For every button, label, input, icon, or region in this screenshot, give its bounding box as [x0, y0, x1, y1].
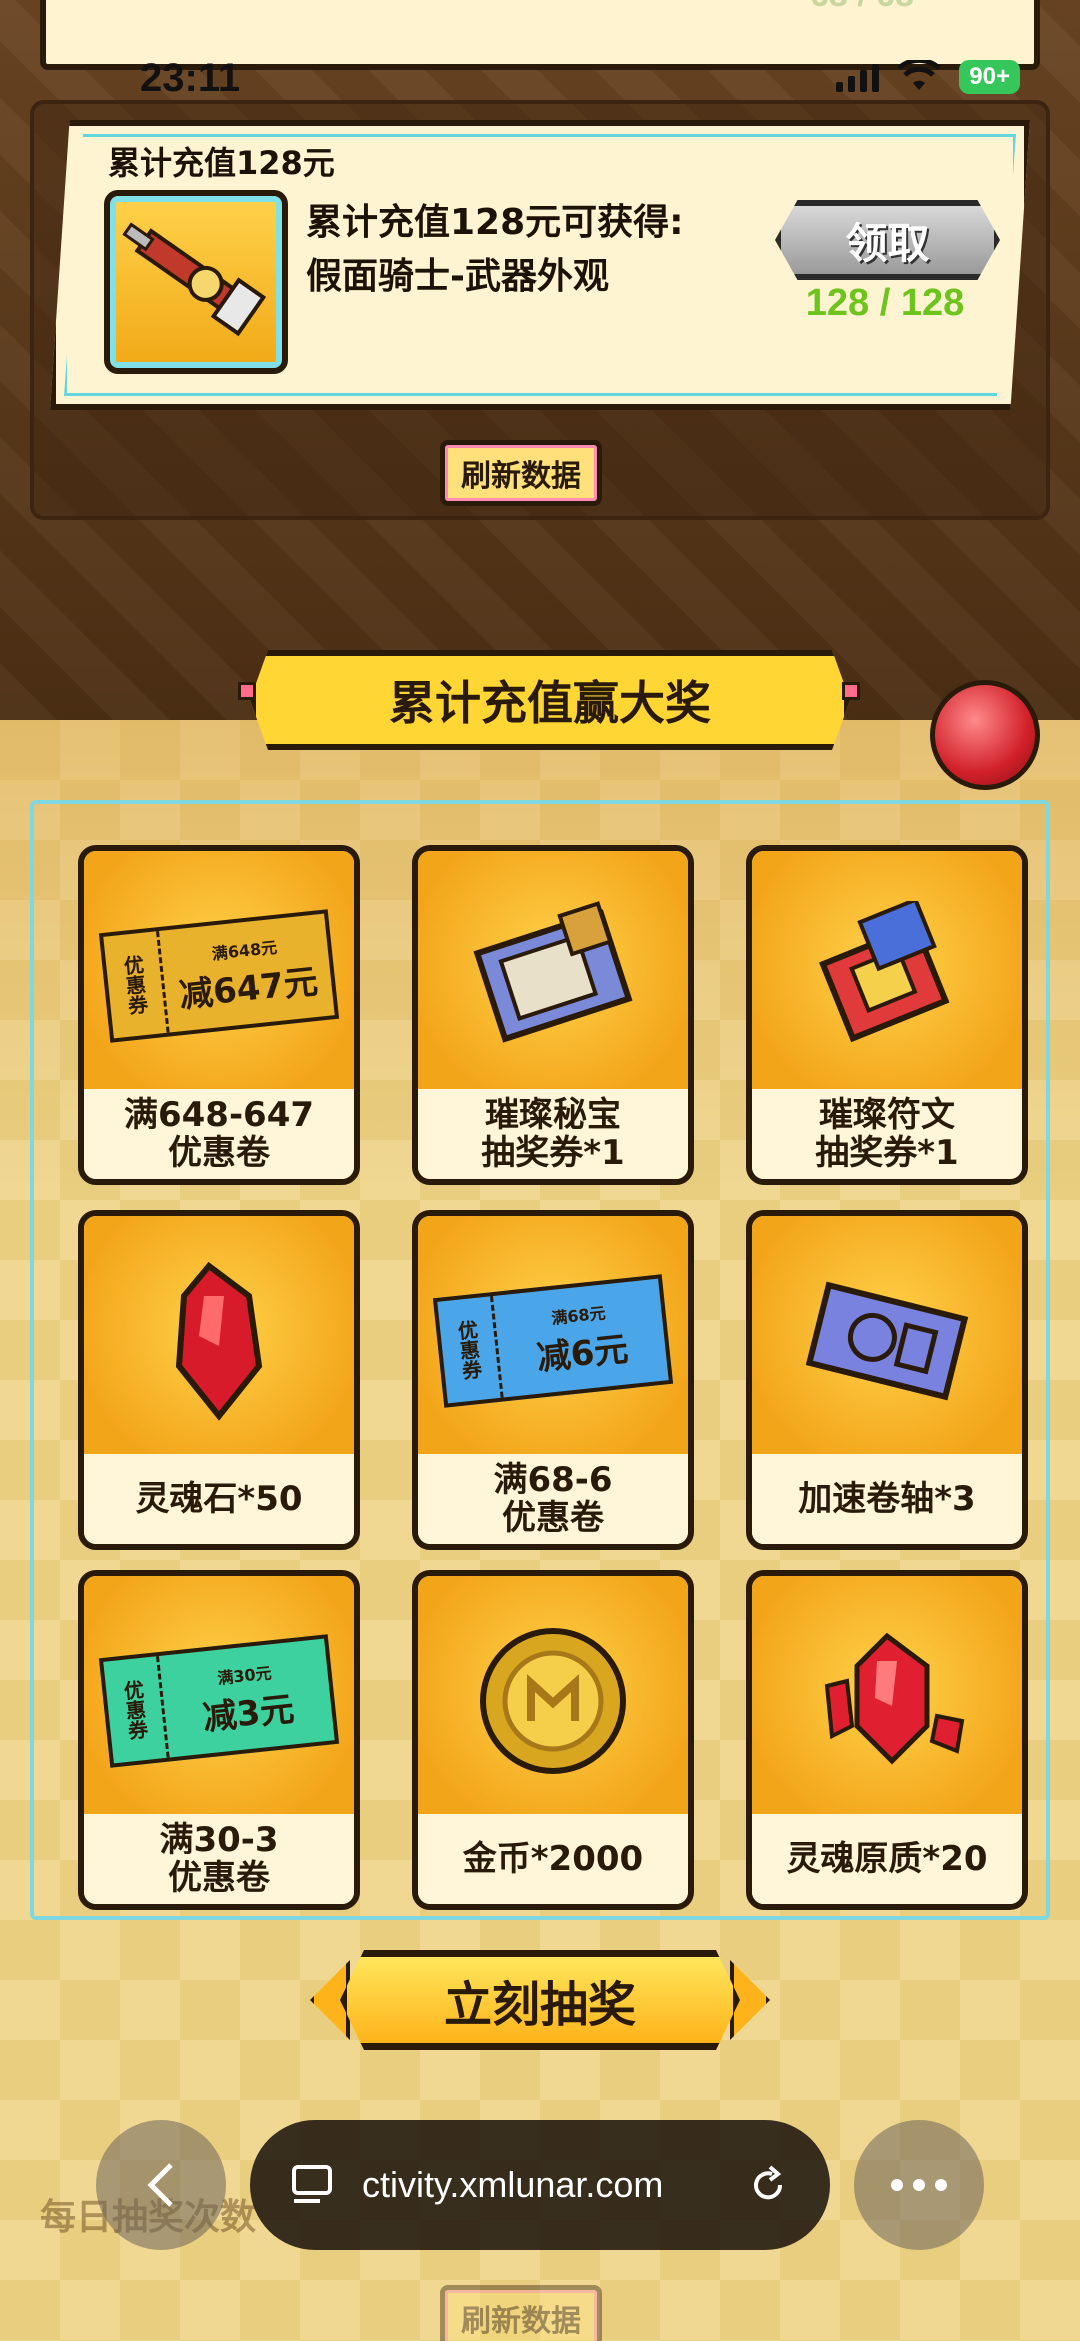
- more-dots-icon: [891, 2179, 947, 2191]
- soul-stone-icon: [84, 1216, 354, 1466]
- coupon-blue-icon: 优惠券 满68元 减6元: [418, 1216, 688, 1466]
- refresh-data-button[interactable]: 刷新数据: [440, 440, 602, 506]
- prize-label: 灵魂石*50: [84, 1454, 354, 1544]
- reload-icon[interactable]: [746, 2163, 790, 2207]
- speed-scroll-icon: [752, 1216, 1022, 1466]
- prize-item: 优惠券 满30元 减3元 满30-3 优惠卷: [78, 1570, 360, 1910]
- back-button[interactable]: [96, 2120, 226, 2250]
- prize-item: 优惠券 满648元 减647元 满648-647 优惠卷: [78, 845, 360, 1185]
- prize-label: 满30-3 优惠卷: [84, 1814, 354, 1904]
- prize-label: 璀璨符文 抽奖券*1: [752, 1089, 1022, 1179]
- claim-progress: 128 / 128: [805, 282, 965, 324]
- status-icons: 90+: [836, 60, 1020, 94]
- banner-decoration: [842, 682, 860, 700]
- prize-item: 灵魂石*50: [78, 1210, 360, 1550]
- treasure-ticket-icon: [418, 851, 688, 1101]
- refresh-data-button[interactable]: 刷新数据: [440, 2285, 602, 2341]
- signal-icon: [836, 62, 880, 92]
- coupon-green-icon: 优惠券 满30元 减3元: [84, 1576, 354, 1826]
- reward-description-line1: 累计充值128元可获得:: [306, 202, 684, 243]
- weapon-skin-icon: [104, 190, 288, 374]
- previous-progress: 68 / 68: [810, 0, 914, 15]
- rune-ticket-icon: [752, 851, 1022, 1101]
- reward-description-line2: 假面骑士-武器外观: [306, 256, 609, 297]
- prize-item: 加速卷轴*3: [746, 1210, 1028, 1550]
- red-pin-icon: [930, 680, 1040, 790]
- coupon-ticket: 优惠券 满648元 减647元: [98, 909, 340, 1043]
- prize-item: 璀璨符文 抽奖券*1: [746, 845, 1028, 1185]
- coupon-gold-icon: 优惠券 满648元 减647元: [84, 851, 354, 1101]
- coupon-ticket: 优惠券 满30元 减3元: [98, 1634, 340, 1768]
- status-time: 23:11: [140, 56, 241, 100]
- chevron-left-icon: [147, 2163, 173, 2207]
- prize-label: 金币*2000: [418, 1814, 688, 1904]
- wifi-icon: [897, 60, 941, 90]
- banner-decoration: [238, 682, 256, 700]
- prize-label: 加速卷轴*3: [752, 1454, 1022, 1544]
- prize-label: 灵魂原质*20: [752, 1814, 1022, 1904]
- page-menu-icon[interactable]: [290, 2163, 334, 2207]
- battery-indicator: 90+: [959, 60, 1020, 94]
- prize-item: 金币*2000: [412, 1570, 694, 1910]
- more-button[interactable]: [854, 2120, 984, 2250]
- prize-label: 满68-6 优惠卷: [418, 1454, 688, 1544]
- draw-now-button[interactable]: 立刻抽奖: [340, 1950, 740, 2050]
- coupon-ticket: 优惠券 满68元 减6元: [432, 1274, 674, 1408]
- gold-coin-icon: [418, 1576, 688, 1826]
- claim-button[interactable]: 领取: [775, 200, 1000, 280]
- prize-banner-title: 累计充值赢大奖: [389, 676, 711, 730]
- prize-banner: 累计充值赢大奖: [250, 650, 850, 750]
- reward-title: 累计充值128元: [108, 144, 335, 182]
- prize-item: 璀璨秘宝 抽奖券*1: [412, 845, 694, 1185]
- prize-item: 优惠券 满68元 减6元 满68-6 优惠卷: [412, 1210, 694, 1550]
- url-text: ctivity.xmlunar.com: [362, 2164, 664, 2205]
- prize-label: 满648-647 优惠卷: [84, 1089, 354, 1179]
- reward-description: 累计充值128元可获得: 假面骑士-武器外观: [306, 196, 766, 304]
- address-bar[interactable]: ctivity.xmlunar.com: [250, 2120, 830, 2250]
- soul-essence-icon: [752, 1576, 1022, 1826]
- prize-label: 璀璨秘宝 抽奖券*1: [418, 1089, 688, 1179]
- prize-item: 灵魂原质*20: [746, 1570, 1028, 1910]
